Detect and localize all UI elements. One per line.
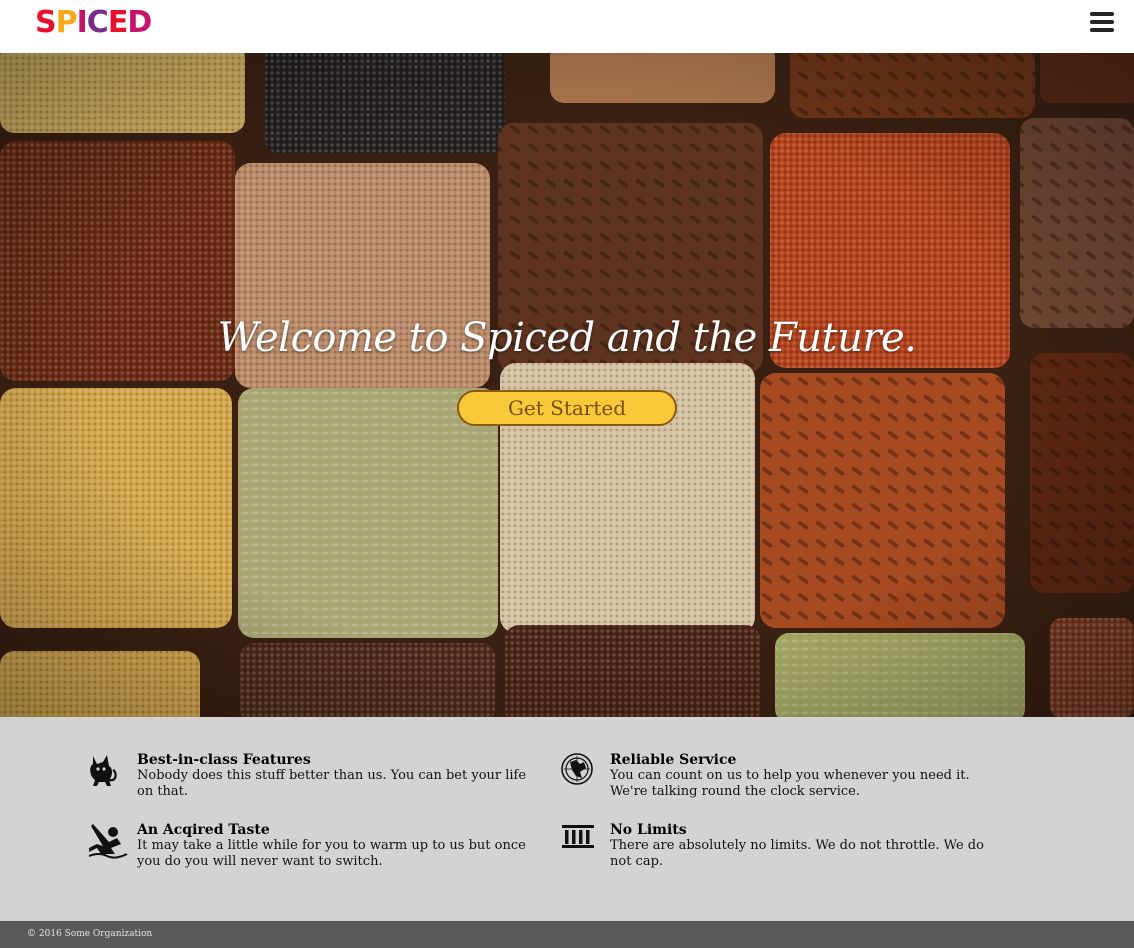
feature-text: You can count on us to help you whenever… <box>610 768 970 799</box>
cat-icon <box>90 755 117 786</box>
hamburger-menu-icon[interactable] <box>1089 12 1117 34</box>
bank-icon <box>562 825 594 848</box>
spiced-logo[interactable]: SPICED <box>35 5 152 40</box>
globe-icon <box>561 753 593 785</box>
logo-letter-c: C <box>86 5 109 40</box>
feature-title: An Acqired Taste <box>137 822 270 838</box>
site-footer: © 2016 Some Organization <box>0 921 1134 948</box>
feature-title: No Limits <box>610 822 687 838</box>
hero-title: Welcome to Spiced and the Future. <box>217 315 917 361</box>
feature-text: Nobody does this stuff better than us. Y… <box>137 768 527 799</box>
logo-letter-s: S <box>35 5 57 40</box>
logo-letter-i: I <box>76 5 88 40</box>
features-section: Best-in-class Features Nobody does this … <box>0 717 1134 921</box>
logo-letter-d: D <box>127 5 152 40</box>
feature-title: Best-in-class Features <box>137 752 311 768</box>
spice-market-photo <box>0 53 1134 717</box>
get-started-button[interactable]: Get Started <box>457 390 677 426</box>
skier-icon <box>88 824 128 859</box>
feature-text: It may take a little while for you to wa… <box>137 838 526 869</box>
site-header: SPICED <box>0 0 1134 53</box>
logo-letter-p: P <box>55 5 78 40</box>
feature-text: There are absolutely no limits. We do no… <box>610 838 984 869</box>
feature-title: Reliable Service <box>610 752 737 768</box>
hero-section: Welcome to Spiced and the Future. Get St… <box>0 53 1134 717</box>
logo-letter-e: E <box>107 5 128 40</box>
copyright-text: © 2016 Some Organization <box>27 929 153 939</box>
